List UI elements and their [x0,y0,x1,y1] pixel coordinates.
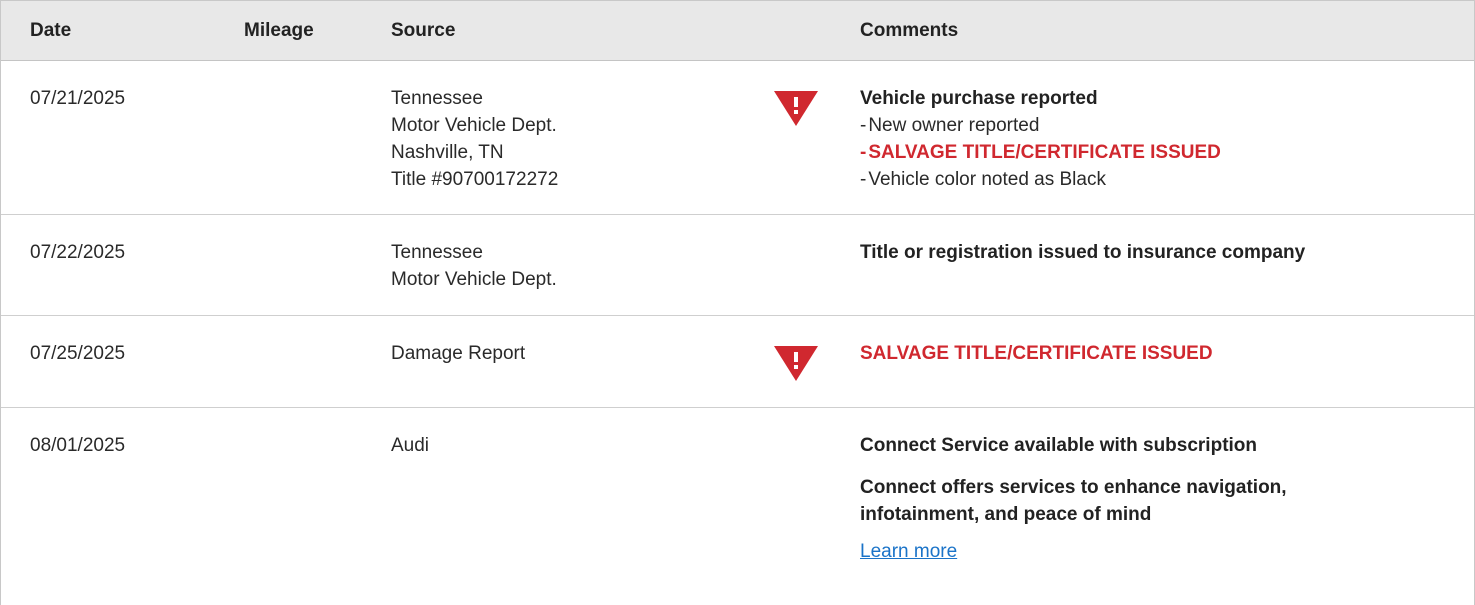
row-comments: Vehicle purchase reported - New owner rep… [860,85,1460,193]
comment-dash: - [860,169,867,190]
row-comments: Connect Service available with subscript… [860,432,1460,563]
row-date: 07/22/2025 [30,242,126,263]
source-line: Nashville, TN [391,142,504,163]
comment-item-alert: - SALVAGE TITLE/CERTIFICATE ISSUED [860,139,1460,166]
source-line: Motor Vehicle Dept. [391,115,557,136]
comment-item-text: Vehicle color noted as Black [868,169,1106,190]
alert-triangle-icon [774,91,818,126]
learn-more-link[interactable]: Learn more [860,541,957,563]
comment-title: Connect Service available with subscript… [860,435,1258,456]
vehicle-history-table: Date Mileage Source Comments 07/21/2025 … [0,0,1475,605]
header-mileage: Mileage [244,20,314,41]
comment-paragraph-line: infotainment, and peace of mind [860,504,1152,525]
comment-item: - New owner reported [860,112,1460,139]
comment-alert: SALVAGE TITLE/CERTIFICATE ISSUED [860,343,1213,364]
source-line: Audi [391,435,430,456]
row-source: Damage Report [391,340,751,367]
source-line: Tennessee [391,242,483,263]
table-header: Date Mileage Source Comments [1,1,1474,61]
table-row: 07/25/2025 Damage Report SALVAGE TITLE/C… [1,316,1474,408]
table-row: 07/21/2025 Tennessee Motor Vehicle Dept.… [1,61,1474,215]
comment-item: - Vehicle color noted as Black [860,166,1460,193]
row-source: Tennessee Motor Vehicle Dept. Nashville,… [391,85,751,193]
header-date: Date [30,20,72,41]
comment-paragraph-line: Connect offers services to enhance navig… [860,477,1287,498]
comment-paragraph: Connect offers services to enhance navig… [860,474,1460,528]
source-line: Motor Vehicle Dept. [391,269,557,290]
source-line: Damage Report [391,343,526,364]
source-line: Tennessee [391,88,483,109]
alert-triangle-icon [774,346,818,381]
row-comments: Title or registration issued to insuranc… [860,239,1460,266]
row-comments: SALVAGE TITLE/CERTIFICATE ISSUED [860,340,1460,367]
header-comments: Comments [860,20,959,41]
header-source: Source [391,20,456,41]
comment-item-text: New owner reported [868,115,1040,136]
row-date: 07/25/2025 [30,343,126,364]
row-date: 07/21/2025 [30,88,126,109]
row-source: Audi [391,432,751,459]
comment-dash: - [860,115,867,136]
comment-item-text: SALVAGE TITLE/CERTIFICATE ISSUED [868,142,1221,163]
table-row: 07/22/2025 Tennessee Motor Vehicle Dept.… [1,215,1474,316]
comment-title: Title or registration issued to insuranc… [860,242,1306,263]
row-source: Tennessee Motor Vehicle Dept. [391,239,751,293]
comment-dash: - [860,142,867,163]
source-line: Title #90700172272 [391,169,559,190]
row-date: 08/01/2025 [30,435,126,456]
comment-title: Vehicle purchase reported [860,88,1098,109]
table-row: 08/01/2025 Audi Connect Service availabl… [1,408,1474,605]
